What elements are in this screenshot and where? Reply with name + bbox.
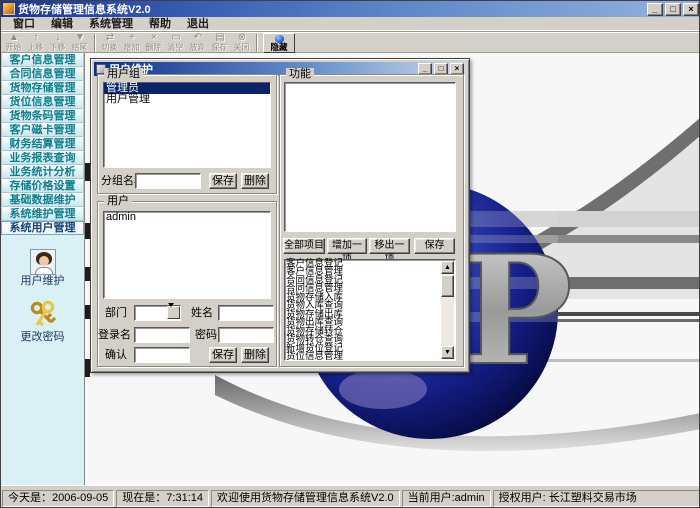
shortcut-change-password[interactable]: 更改密码 (21, 331, 65, 343)
scroll-down-icon[interactable]: ▼ (441, 346, 454, 359)
toolbar-separator (256, 34, 258, 52)
assigned-functions-list[interactable] (284, 82, 456, 232)
toolbar-last-button[interactable]: ▼ 结尾 (69, 33, 91, 53)
sidebar-item-customer-info[interactable]: 客户信息管理 (1, 53, 84, 67)
sidebar-item-contract-info[interactable]: 合同信息管理 (1, 67, 84, 81)
toolbar-hide-button[interactable]: 隐藏 (263, 33, 295, 53)
group-delete-button[interactable]: 删除 (241, 173, 269, 189)
sidebar-item-barcode[interactable]: 货物条码管理 (1, 109, 84, 123)
toolbar-move-down-button[interactable]: ↓ 下移 (47, 33, 69, 53)
sidebar-shortcut-panel: 用户维护 更改密码 (1, 235, 84, 343)
logo-letter-p: P (460, 223, 573, 399)
user-list[interactable]: admin (103, 211, 271, 299)
application-window: 货物存储管理信息系统V2.0 _ □ × 窗口 编辑 系统管理 帮助 退出 ▲ … (0, 0, 700, 508)
status-now: 现在是：7:31:14 (116, 490, 209, 507)
user-group-list[interactable]: 管理员 用户管理 (103, 82, 271, 168)
toolbar-close-button[interactable]: ⊗ 关闭 (231, 33, 253, 53)
function-item[interactable]: 货位信息管理 (285, 353, 455, 361)
group-save-button[interactable]: 保存 (209, 173, 237, 189)
user-item[interactable]: admin (104, 212, 270, 223)
user-avatar-icon[interactable] (30, 249, 56, 275)
sidebar-item-finance[interactable]: 财务结算管理 (1, 137, 84, 151)
mdi-workspace: P 用户维护 _ □ × 用户组 管理员 用户管理 分组名称 保存 删除 (85, 53, 700, 485)
scroll-up-icon[interactable]: ▲ (441, 261, 454, 274)
status-today: 今天是：2006-09-05 (2, 490, 114, 507)
sidebar-item-price-setting[interactable]: 存储价格设置 (1, 179, 84, 193)
menu-edit[interactable]: 编辑 (43, 17, 81, 31)
add-item-button[interactable]: 增加一项 (327, 238, 367, 254)
sidebar-item-system-maintenance[interactable]: 系统维护管理 (1, 207, 84, 221)
sidebar-item-statistics[interactable]: 业务统计分析 (1, 165, 84, 179)
login-label: 登录名 (98, 327, 131, 343)
sidebar-item-base-data[interactable]: 基础数据维护 (1, 193, 84, 207)
minimize-button[interactable]: _ (647, 3, 663, 16)
menu-exit[interactable]: 退出 (179, 17, 217, 31)
sidebar-item-reports[interactable]: 业务报表查询 (1, 151, 84, 165)
window-title: 货物存储管理信息系统V2.0 (18, 1, 645, 17)
confirm-input[interactable] (134, 347, 190, 363)
toolbar-first-button[interactable]: ▲ 开始 (3, 33, 25, 53)
sidebar-item-magcard[interactable]: 客户磁卡管理 (1, 123, 84, 137)
status-licensed-user: 授权用户: 长江塑料交易市场 (493, 490, 700, 507)
status-current-user: 当前用户:admin (402, 490, 491, 507)
close-button[interactable]: × (683, 3, 699, 16)
toolbar-move-up-button[interactable]: ↑ 上移 (25, 33, 47, 53)
name-input[interactable] (218, 305, 274, 321)
status-bar: 今天是：2006-09-05 现在是：7:31:14 欢迎使用货物存储管理信息系… (1, 485, 700, 508)
scrollbar-thumb[interactable] (441, 275, 454, 297)
login-input[interactable] (134, 327, 190, 343)
toolbar-delete-button[interactable]: × 删除 (143, 33, 165, 53)
chevron-down-icon (168, 303, 174, 322)
functions-save-button[interactable]: 保存 (414, 238, 455, 254)
all-items-button[interactable]: 全部项目 (283, 238, 325, 254)
toolbar-clear-button[interactable]: ▭ 清空 (165, 33, 187, 53)
title-bar: 货物存储管理信息系统V2.0 _ □ × (1, 1, 700, 17)
sidebar-item-cargo-storage[interactable]: 货物存储管理 (1, 81, 84, 95)
vertical-scrollbar[interactable]: ▲ ▼ (441, 261, 454, 359)
menu-bar: 窗口 编辑 系统管理 帮助 退出 (1, 17, 700, 31)
menu-system-management[interactable]: 系统管理 (81, 17, 141, 31)
menu-window[interactable]: 窗口 (5, 17, 43, 31)
user-group-item[interactable]: 用户管理 (104, 94, 270, 105)
user-maintenance-dialog: 用户维护 _ □ × 用户组 管理员 用户管理 分组名称 保存 删除 用户 a (90, 58, 470, 373)
restore-button[interactable]: □ (665, 3, 681, 16)
toolbar-save-button[interactable]: ▤ 保存 (209, 33, 231, 53)
user-title: 用户 (104, 195, 132, 208)
shortcut-user-maintenance[interactable]: 用户维护 (21, 275, 65, 287)
department-combobox[interactable] (134, 305, 181, 321)
remove-item-button[interactable]: 移出一项 (369, 238, 410, 254)
toolbar-add-button[interactable]: + 增加 (121, 33, 143, 53)
app-icon (3, 3, 15, 15)
status-welcome: 欢迎使用货物存储管理信息系统V2.0 (211, 490, 400, 507)
toolbar: ▲ 开始 ↑ 上移 ↓ 下移 ▼ 结尾 ⇄ 切换 + 增加 × 删除 ▭ (1, 31, 700, 53)
available-functions-list[interactable]: 客户信息登记 客户信息管理 合同信息登记 合同信息管理 货物存储入库 货物入库查… (284, 259, 456, 361)
user-delete-button[interactable]: 删除 (241, 347, 269, 363)
password-label: 密码 (195, 327, 217, 343)
keys-icon[interactable] (28, 299, 58, 331)
sidebar-item-slot-info[interactable]: 货位信息管理 (1, 95, 84, 109)
user-group-title: 用户组 (104, 68, 143, 81)
sidebar-item-system-users[interactable]: 系统用户管理 (1, 221, 84, 235)
confirm-label: 确认 (105, 347, 127, 363)
name-label: 姓名 (191, 305, 213, 321)
department-label: 部门 (105, 305, 127, 321)
password-input[interactable] (218, 327, 274, 343)
sidebar: 客户信息管理 合同信息管理 货物存储管理 货位信息管理 货物条码管理 客户磁卡管… (1, 53, 85, 485)
combo-dropdown-button[interactable] (167, 306, 180, 319)
group-name-input[interactable] (135, 173, 201, 189)
user-save-button[interactable]: 保存 (209, 347, 237, 363)
toolbar-separator (94, 34, 96, 52)
toolbar-switch-button[interactable]: ⇄ 切换 (99, 33, 121, 53)
toolbar-abandon-button[interactable]: ↶ 放弃 (187, 33, 209, 53)
menu-help[interactable]: 帮助 (141, 17, 179, 31)
functions-title: 功能 (286, 68, 314, 81)
